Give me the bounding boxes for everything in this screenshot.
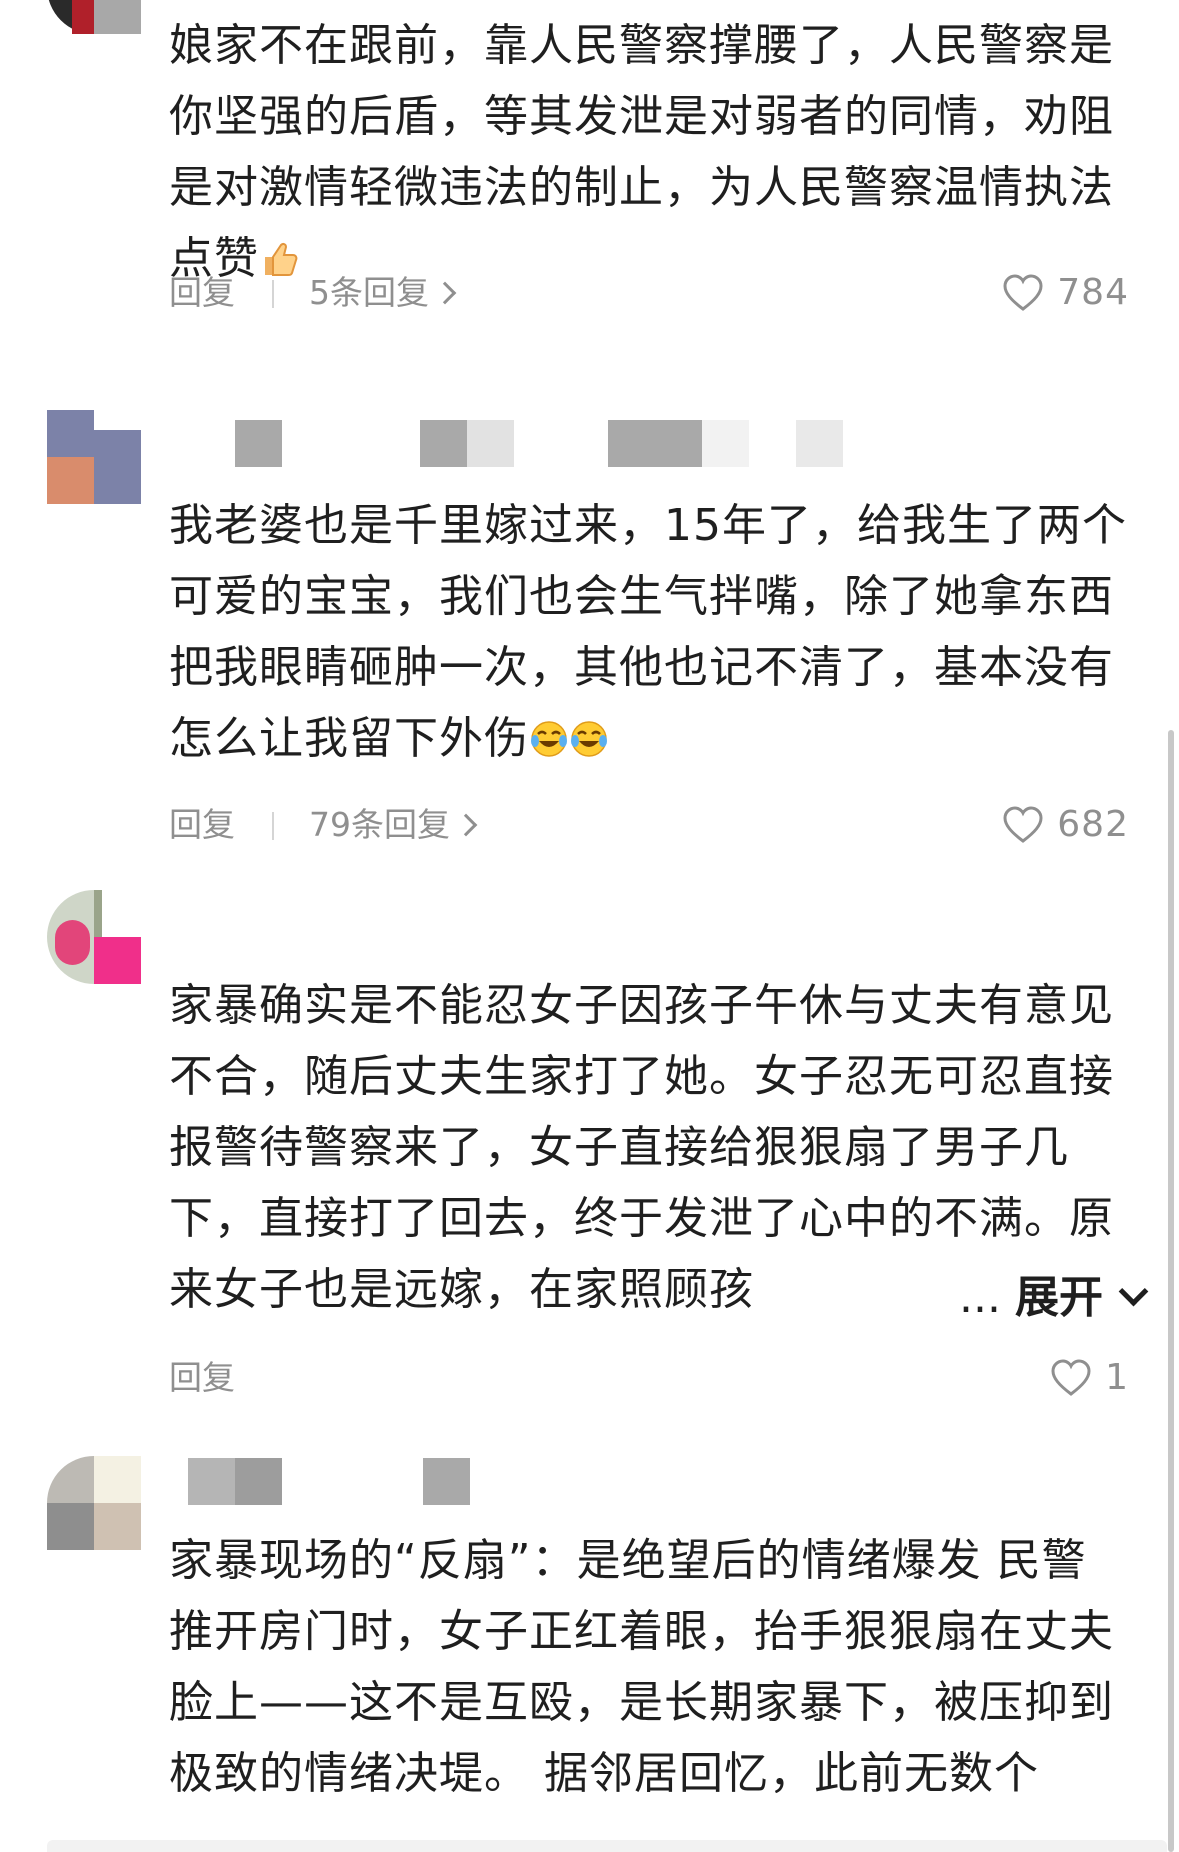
replies-count-label: 79条回复: [309, 805, 450, 844]
like-count: 1: [1105, 1357, 1129, 1398]
chevron-right-icon: [433, 281, 457, 305]
divider: [272, 280, 274, 308]
expand-label: 展开: [1015, 1272, 1103, 1323]
comment-text: 家暴现场的“反扇”：是绝望后的情绪爆发 民警推开房门时，女子正红着眼，抬手狠狠扇…: [169, 1535, 1114, 1799]
reply-button[interactable]: 回复: [169, 800, 235, 850]
divider: [272, 812, 274, 840]
comment-actions: 回复 79条回复 682: [169, 800, 1129, 850]
username-blurred[interactable]: [235, 420, 282, 467]
heart-outline-icon: [1003, 806, 1043, 843]
avatar[interactable]: [47, 0, 141, 34]
heart-outline-icon: [1051, 1359, 1091, 1396]
username-blurred: [467, 420, 514, 467]
heart-outline-icon: [1003, 274, 1043, 311]
username-blurred: [423, 1458, 470, 1505]
chevron-down-icon: [1118, 1276, 1149, 1307]
expand-button[interactable]: ... 展开: [959, 1262, 1149, 1333]
scrollbar[interactable]: [1168, 730, 1174, 1852]
username-blurred: [796, 420, 843, 467]
username-blurred: [702, 420, 749, 467]
comment-actions: 回复 1: [169, 1353, 1129, 1403]
reply-button[interactable]: 回复: [169, 268, 235, 318]
avatar[interactable]: [47, 1456, 141, 1550]
username-blurred: [420, 420, 467, 467]
username-blurred[interactable]: [188, 1458, 235, 1505]
tears-of-joy-icon: [531, 721, 567, 757]
username-blurred: [608, 420, 702, 467]
comment-text: 我老婆也是千里嫁过来，15年了，给我生了两个可爱的宝宝，我们也会生气拌嘴，除了她…: [169, 500, 1127, 764]
like-count: 682: [1057, 804, 1129, 845]
like-button[interactable]: 682: [1001, 800, 1129, 850]
replies-count-label: 5条回复: [309, 273, 429, 312]
ellipsis: ...: [959, 1272, 1001, 1323]
comment-text: 娘家不在跟前，靠人民警察撑腰了，人民警察是你坚强的后盾，等其发泄是对弱者的同情，…: [169, 20, 1114, 284]
view-replies-button[interactable]: 79条回复: [309, 800, 478, 850]
like-button[interactable]: 784: [1001, 268, 1129, 318]
tears-of-joy-icon: [571, 721, 607, 757]
avatar[interactable]: [47, 890, 141, 984]
view-replies-button[interactable]: 5条回复: [309, 268, 457, 318]
avatar[interactable]: [47, 410, 141, 504]
username-blurred: [235, 1458, 282, 1505]
chevron-right-icon: [454, 813, 478, 837]
like-count: 784: [1057, 272, 1129, 313]
reply-button[interactable]: 回复: [169, 1353, 235, 1403]
bottom-input-bar[interactable]: [47, 1840, 1167, 1852]
like-button[interactable]: 1: [1049, 1353, 1129, 1403]
comment-actions: 回复 5条回复 784: [169, 268, 1129, 318]
